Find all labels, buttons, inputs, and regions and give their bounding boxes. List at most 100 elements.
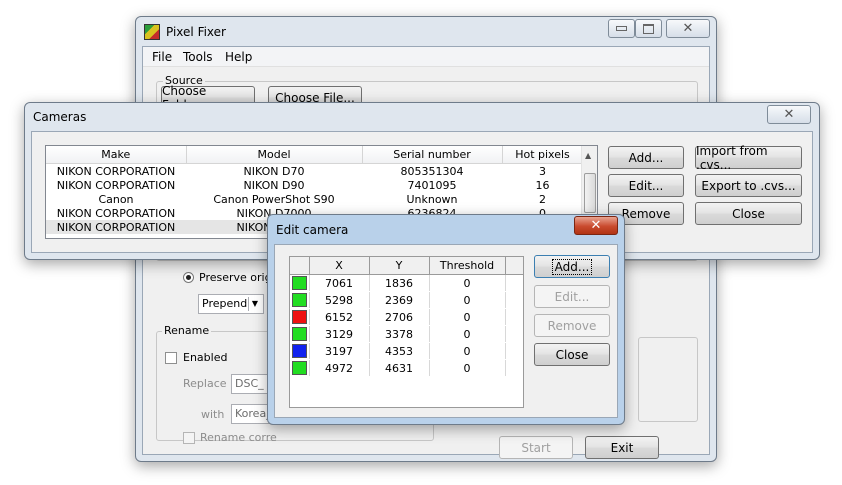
prepend-select[interactable]: Prepend ▼ — [198, 294, 264, 314]
preserve-original-label: Preserve origi — [199, 271, 275, 284]
cell-x: 4972 — [309, 359, 370, 377]
edit-camera-close-dialog-button[interactable]: Close — [534, 343, 610, 366]
color-swatch — [291, 327, 307, 341]
close-icon: ✕ — [682, 21, 694, 36]
table-row[interactable]: 7061 1836 0 — [290, 274, 523, 292]
cell-x: 3129 — [309, 325, 370, 343]
cell-color — [290, 359, 310, 377]
column-header-model[interactable]: Model — [186, 146, 363, 164]
minimize-icon — [616, 26, 627, 31]
cell-model: Canon PowerShot S90 — [213, 192, 335, 206]
cell-spacer — [505, 359, 523, 377]
right-group — [638, 337, 698, 422]
minimize-button[interactable] — [608, 19, 635, 38]
start-button[interactable]: Start — [499, 436, 573, 459]
cell-y: 4353 — [369, 342, 430, 360]
color-swatch — [291, 361, 307, 375]
cameras-close-button[interactable]: ✕ — [767, 105, 811, 124]
cell-x: 5298 — [309, 291, 370, 309]
cell-x: 6152 — [309, 308, 370, 326]
cell-y: 2369 — [369, 291, 430, 309]
cell-y: 4631 — [369, 359, 430, 377]
close-button[interactable]: ✕ — [666, 19, 710, 38]
table-row[interactable]: Canon Canon PowerShot S90 Unknown 2 — [46, 192, 583, 206]
cell-threshold: 0 — [429, 308, 506, 326]
cell-threshold: 0 — [429, 359, 506, 377]
cell-make: NIKON CORPORATION — [56, 164, 176, 178]
cell-serial: Unknown — [406, 192, 458, 206]
rename-enabled-checkbox[interactable] — [165, 352, 177, 364]
table-row[interactable]: 3129 3378 0 — [290, 325, 523, 343]
menu-help[interactable]: Help — [225, 50, 252, 64]
hot-pixel-table: X Y Threshold 7061 1836 0 5298 2369 0 6152 2706… — [290, 257, 523, 377]
color-swatch — [291, 344, 307, 358]
cameras-window-title: Cameras — [33, 110, 87, 124]
cell-serial: 7401095 — [407, 178, 457, 192]
cell-color — [290, 274, 310, 292]
rename-correct-checkbox[interactable] — [183, 432, 195, 444]
table-row[interactable]: 6152 2706 0 — [290, 308, 523, 326]
cell-spacer — [505, 342, 523, 360]
table-row[interactable]: 5298 2369 0 — [290, 291, 523, 309]
column-header-hot-pixels[interactable]: Hot pixels — [502, 146, 584, 164]
column-header-color — [290, 257, 310, 275]
close-icon: ✕ — [590, 218, 602, 233]
cell-color — [290, 342, 310, 360]
table-row[interactable]: 3197 4353 0 — [290, 342, 523, 360]
export-csv-button[interactable]: Export to .cvs... — [695, 174, 802, 197]
edit-camera-close-button[interactable]: ✕ — [574, 216, 618, 235]
table-row[interactable]: NIKON CORPORATION NIKON D90 7401095 16 — [46, 178, 583, 192]
camera-edit-button[interactable]: Edit... — [608, 174, 684, 197]
cell-model: NIKON D70 — [243, 164, 305, 178]
cell-serial: 805351304 — [400, 164, 464, 178]
rename-group-label: Rename — [162, 324, 212, 337]
cell-make: NIKON CORPORATION — [46, 220, 186, 234]
table-row[interactable]: NIKON CORPORATION NIKON D70 805351304 3 — [46, 164, 583, 179]
camera-add-button[interactable]: Add... — [608, 146, 684, 169]
cell-spacer — [505, 325, 523, 343]
color-swatch — [291, 276, 307, 290]
pixel-edit-button[interactable]: Edit... — [534, 285, 610, 308]
cell-make: Canon — [98, 192, 134, 206]
cell-make: NIKON CORPORATION — [56, 178, 176, 192]
rename-correct-label: Rename corre — [200, 431, 277, 444]
cell-color — [290, 308, 310, 326]
cell-color — [290, 325, 310, 343]
import-csv-button[interactable]: Import from .cvs... — [695, 144, 802, 172]
cell-spacer — [505, 274, 523, 292]
column-header-serial[interactable]: Serial number — [362, 146, 503, 164]
column-header-y[interactable]: Y — [369, 257, 430, 275]
cell-threshold: 0 — [429, 325, 506, 343]
close-icon: ✕ — [783, 107, 795, 122]
cell-y: 2706 — [369, 308, 430, 326]
cell-x: 7061 — [309, 274, 370, 292]
pixel-fixer-app-icon — [144, 24, 160, 40]
pixel-add-button[interactable]: Add... — [534, 255, 610, 278]
cameras-close-dialog-button[interactable]: Close — [695, 202, 802, 225]
menu-tools[interactable]: Tools — [183, 50, 213, 64]
cell-spacer — [505, 291, 523, 309]
column-header-x[interactable]: X — [309, 257, 370, 275]
edit-camera-client-area: X Y Threshold 7061 1836 0 5298 2369 0 6152 2706… — [274, 244, 618, 418]
scroll-up-icon: ▲ — [585, 151, 592, 160]
column-header-threshold[interactable]: Threshold — [429, 257, 506, 275]
cell-model: NIKON D90 — [243, 178, 305, 192]
cell-y: 1836 — [369, 274, 430, 292]
color-swatch — [291, 310, 307, 324]
menu-file[interactable]: File — [152, 50, 172, 64]
column-header-make[interactable]: Make — [46, 146, 187, 164]
rename-enabled-label: Enabled — [183, 351, 228, 364]
chevron-down-icon: ▼ — [248, 297, 261, 311]
pixel-remove-button[interactable]: Remove — [534, 314, 610, 337]
table-row[interactable]: 4972 4631 0 — [290, 359, 523, 377]
cell-color — [290, 291, 310, 309]
with-label: with — [201, 408, 225, 421]
cell-hot-pixels: 16 — [535, 178, 550, 192]
cell-threshold: 0 — [429, 274, 506, 292]
preserve-original-radio[interactable] — [183, 272, 194, 283]
maximize-button[interactable] — [635, 19, 662, 38]
scroll-thumb[interactable] — [584, 173, 596, 213]
hot-pixel-grid[interactable]: X Y Threshold 7061 1836 0 5298 2369 0 6152 2706… — [289, 256, 524, 408]
cell-hot-pixels: 3 — [539, 164, 546, 178]
exit-button[interactable]: Exit — [585, 436, 659, 459]
